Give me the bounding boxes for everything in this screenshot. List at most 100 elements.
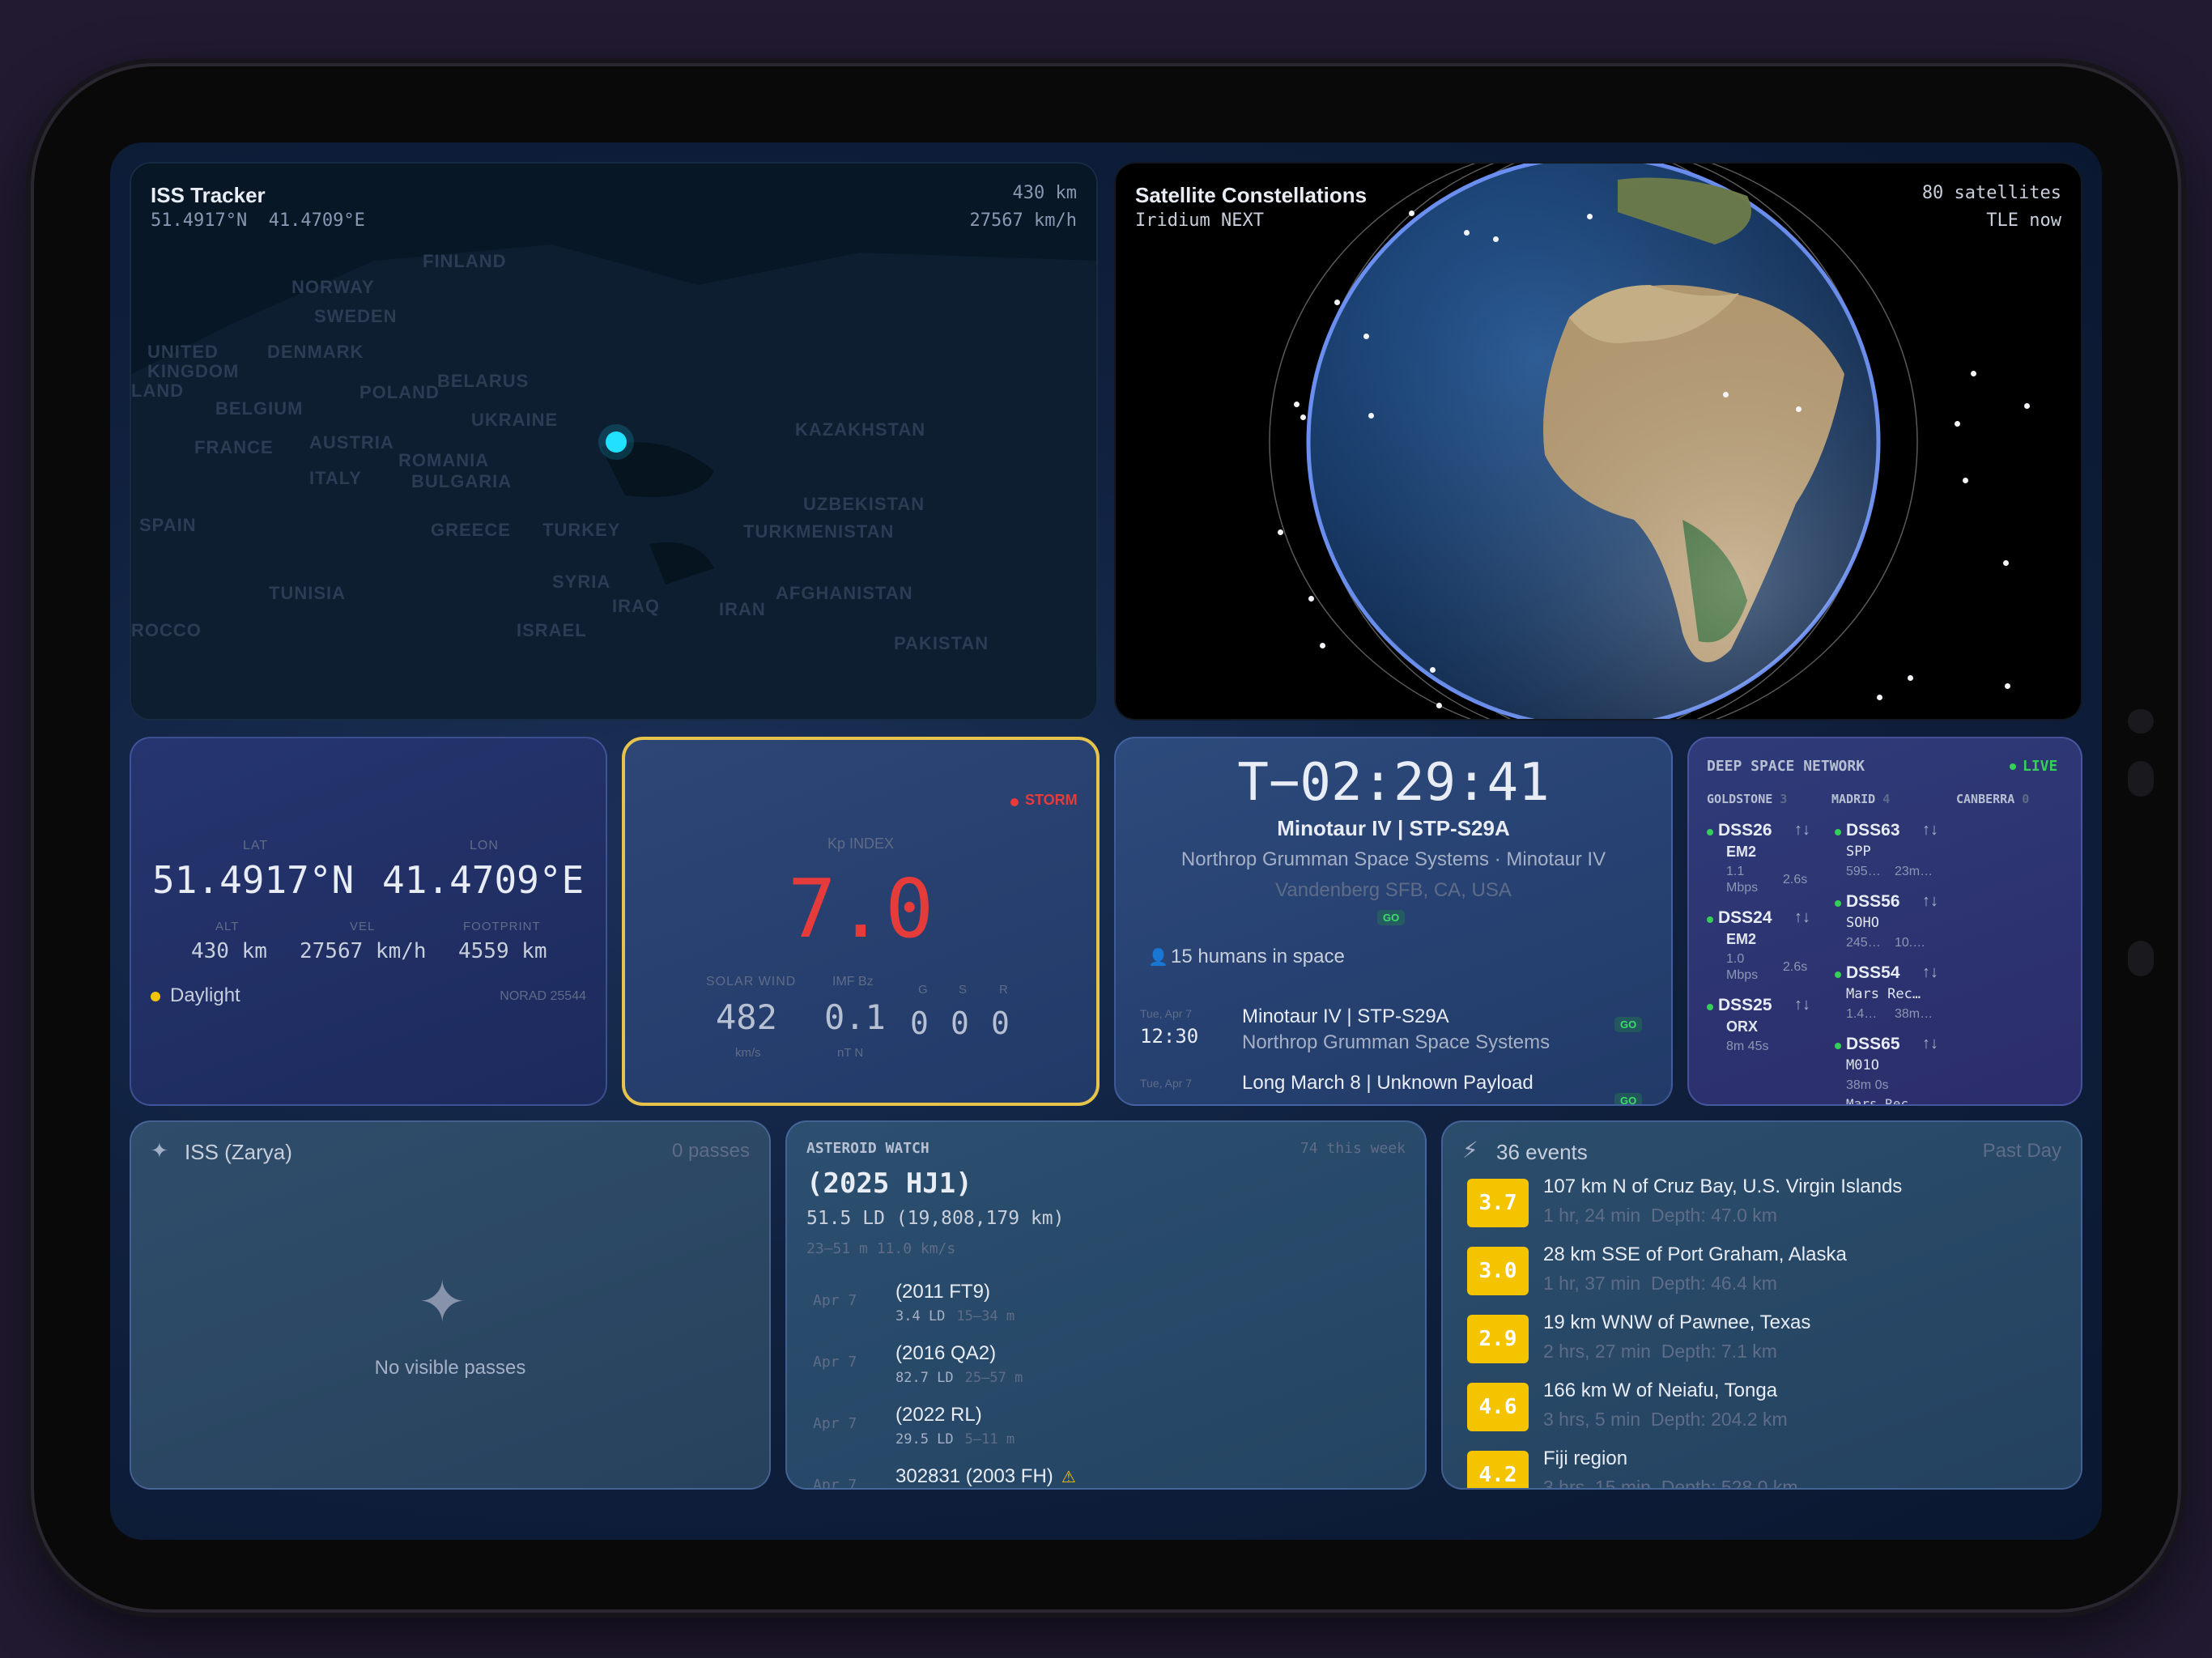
storm-indicator-icon [1010, 798, 1019, 806]
map-country-label: FRANCE [194, 437, 274, 457]
longitude-value: 41.4709°E [382, 858, 585, 902]
dish-name[interactable]: DSS65 [1846, 1035, 1900, 1054]
map-country-label: KINGDOM [147, 361, 240, 381]
quake-place: 19 km WNW of Pawnee, Texas [1543, 1312, 1811, 1333]
solar-wind-value: 482 [716, 997, 777, 1037]
map-country-label: ISRAEL [517, 620, 587, 640]
upcoming-date: Tue, Apr 7 [1140, 1007, 1193, 1020]
solar-wind-label: SOLAR WIND [706, 975, 797, 988]
asteroid-highlight-stats: 23–51 m 11.0 km/s [806, 1240, 956, 1257]
quake-row[interactable]: 4.6 166 km W of Neiafu, Tonga 3 hrs, 5 min… [1443, 1378, 2081, 1443]
launch-status-badge: GO [1377, 910, 1406, 925]
iss-passes-empty: No visible passes [374, 1357, 526, 1379]
asteroid-row[interactable]: Apr 7 (2011 FT9) 3.4 LD 15–34 m [787, 1276, 1425, 1334]
dish-name[interactable]: DSS25 [1718, 996, 1772, 1015]
r-value: 0 [991, 1005, 1010, 1041]
dish-name[interactable]: DSS24 [1718, 908, 1772, 928]
satellite-dot [1278, 529, 1283, 535]
latitude-value: 51.4917°N [152, 858, 355, 902]
site-canberra[interactable]: CANBERRA 0 [1956, 792, 2029, 806]
iss-passes-card[interactable]: ✦ ISS (Zarya) 0 passes ✦ No visible pass… [130, 1120, 771, 1490]
asteroid-date: Apr 7 [813, 1415, 857, 1432]
launch-rocket: Minotaur IV [1506, 848, 1606, 870]
upcoming-launch-row[interactable]: Tue, Apr 7 Long March 8 | Unknown Payloa… [1116, 1067, 1671, 1104]
dish-arrows-icon: ↑↓ [1922, 963, 1938, 981]
person-icon: 👤 [1148, 949, 1168, 967]
dish-rate: 38m 0s [1846, 1078, 1889, 1092]
map-country-label: IRAN [719, 599, 766, 619]
satellite-dot [1908, 675, 1913, 681]
constellations-card[interactable]: Satellite Constellations Iridium NEXT 80… [1114, 162, 2082, 721]
dish-rate: 595… [1846, 865, 1881, 878]
asteroid-name: (2016 QA2) [895, 1342, 997, 1364]
side-button [2128, 709, 2154, 733]
warning-icon: ⚠ [1061, 1469, 1076, 1486]
magnitude-badge: 4.2 [1467, 1451, 1529, 1488]
magnitude-badge: 2.9 [1467, 1315, 1529, 1363]
satellite-dot [1363, 334, 1369, 339]
alt-label: ALT [215, 920, 240, 933]
map-country-label: TURKEY [542, 520, 621, 540]
earthquakes-card[interactable]: ⚡ 36 events Past Day 3.7 107 km N of Cruz… [1441, 1120, 2082, 1490]
quakes-period: Past Day [1982, 1140, 2061, 1162]
asteroid-stats: 82.7 LD 25–57 m [895, 1370, 1023, 1386]
quake-row[interactable]: 3.0 28 km SSE of Port Graham, Alaska 1 hr,… [1443, 1242, 2081, 1307]
globe-view[interactable] [1116, 164, 2082, 721]
map-country-label: SYRIA [552, 572, 611, 592]
dish-name[interactable]: DSS56 [1846, 892, 1900, 912]
satellite-dot [2005, 683, 2010, 689]
asteroid-name: (2022 RL) [895, 1404, 982, 1426]
iss-position-card[interactable]: LAT LON 51.4917°N 41.4709°E ALT VEL FOOT… [130, 737, 607, 1106]
tle-source: TLE now [1986, 210, 2061, 231]
kp-label: Kp INDEX [827, 835, 895, 852]
site-madrid[interactable]: MADRID 4 [1831, 792, 1890, 806]
asteroid-highlight-name: (2025 HJ1) [806, 1167, 972, 1200]
sparkles-icon: ✦ [418, 1270, 467, 1335]
quake-detail: 1 hr, 37 min Depth: 46.4 km [1543, 1273, 1777, 1294]
launch-card[interactable]: T−02:29:41 Minotaur IV | STP-S29A Northr… [1114, 737, 1673, 1106]
site-goldstone[interactable]: GOLDSTONE 3 [1707, 792, 1787, 806]
g-label: G [918, 983, 928, 997]
quake-row[interactable]: 4.2 Fiji region 3 hrs, 15 min Depth: 528.0… [1443, 1446, 2081, 1490]
map-country-label: UZBEKISTAN [803, 494, 925, 514]
upcoming-launch-row[interactable]: Tue, Apr 7 12:30 Minotaur IV | STP-S29A … [1116, 997, 1671, 1056]
map-country-label: ROMANIA [398, 450, 490, 470]
satellite-dot [1587, 214, 1593, 219]
satellite-dot [1334, 300, 1340, 305]
map-country-label: ROCCO [131, 620, 202, 640]
deep-space-network-card[interactable]: DEEP SPACE NETWORK LIVE GOLDSTONE 3 MADR… [1687, 737, 2082, 1106]
dish-target: SPP [1846, 844, 1871, 860]
dish-status-icon [1835, 971, 1841, 978]
dish-rtlt: 23m… [1895, 865, 1933, 878]
asteroid-watch-card[interactable]: ASTEROID WATCH 74 this week (2025 HJ1) 5… [785, 1120, 1427, 1490]
dashboard-screen: ISS Tracker 51.4917°N 41.4709°E 430 km 2… [110, 142, 2102, 1540]
quake-row[interactable]: 3.7 107 km N of Cruz Bay, U.S. Virgin Isl… [1443, 1174, 2081, 1239]
dish-rate: 8m 45s [1726, 1039, 1769, 1053]
quake-row[interactable]: 2.9 19 km WNW of Pawnee, Texas 2 hrs, 27 m… [1443, 1310, 2081, 1375]
map-country-label: TURKMENISTAN [743, 521, 895, 542]
quakes-title: 36 events [1496, 1140, 1588, 1164]
iss-tracker-velocity: 27567 km/h [969, 210, 1077, 231]
map-country-label: IRAQ [612, 596, 660, 616]
quake-detail: 3 hrs, 15 min Depth: 528.0 km [1543, 1477, 1798, 1490]
dish-name[interactable]: DSS26 [1718, 821, 1772, 840]
dish-name[interactable]: DSS54 [1846, 963, 1900, 983]
kp-index-card[interactable]: STORM Kp INDEX 7.0 SOLAR WIND IMF Bz G S… [622, 737, 1100, 1106]
dish-name[interactable]: DSS63 [1846, 821, 1900, 840]
satellite-dot [1368, 413, 1374, 419]
map-country-label: DENMARK [267, 342, 364, 362]
asteroid-row[interactable]: Apr 7 (2016 QA2) 82.7 LD 25–57 m [787, 1337, 1425, 1396]
magnitude-badge: 3.7 [1467, 1179, 1529, 1227]
footprint-label: FOOTPRINT [463, 920, 541, 933]
asteroid-name: (2011 FT9) [895, 1281, 990, 1303]
asteroid-row[interactable]: Apr 7 (2022 RL) 29.5 LD 5–11 m [787, 1399, 1425, 1457]
quake-place: 28 km SSE of Port Graham, Alaska [1543, 1244, 1847, 1265]
quake-place: 107 km N of Cruz Bay, U.S. Virgin Island… [1543, 1175, 1903, 1197]
dish-status-icon [1835, 829, 1841, 835]
quake-place: Fiji region [1543, 1448, 1628, 1469]
iss-tracker-card[interactable]: ISS Tracker 51.4917°N 41.4709°E 430 km 2… [130, 162, 1098, 721]
daylight-indicator-icon [151, 992, 160, 1001]
dish-rate: 1.1 [1726, 865, 1745, 878]
asteroid-row[interactable]: Apr 7 302831 (2003 FH) ⚠ [787, 1460, 1425, 1488]
satellite-dot [2003, 560, 2009, 566]
